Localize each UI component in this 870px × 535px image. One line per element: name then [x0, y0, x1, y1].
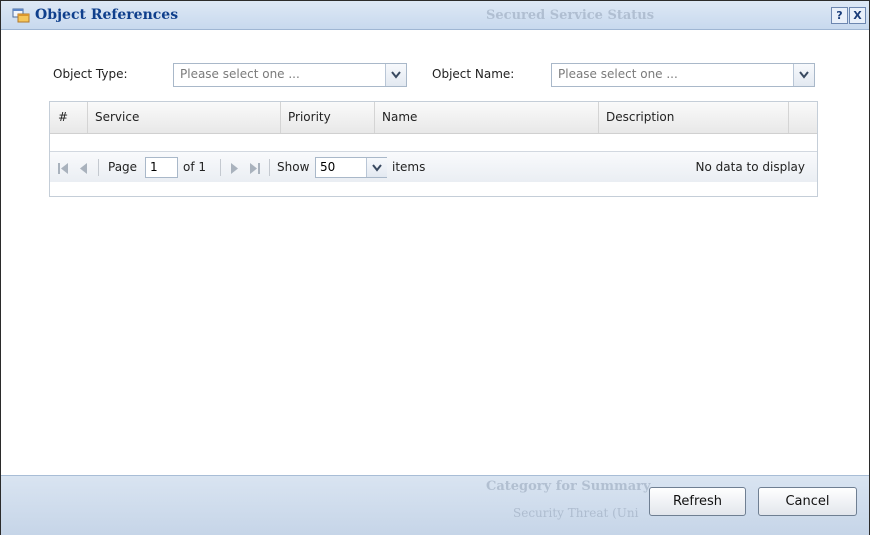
page-size-value: 50 [320, 160, 336, 174]
chevron-down-icon[interactable] [793, 64, 814, 86]
page-label: Page [108, 160, 138, 174]
object-type-label: Object Type: [53, 67, 128, 81]
column-priority[interactable]: Priority [280, 102, 375, 133]
next-page-icon[interactable] [230, 160, 239, 179]
items-label: items [392, 160, 426, 174]
dialog-footer: Category for Summary Security Threat (Un… [1, 475, 869, 535]
column-number[interactable]: # [50, 102, 88, 133]
chevron-down-icon[interactable] [366, 158, 387, 177]
column-name[interactable]: Name [374, 102, 599, 133]
dialog-titlebar[interactable]: Secured Service Status Object References… [1, 1, 869, 30]
last-page-icon[interactable] [249, 160, 261, 179]
background-status-title: Secured Service Status [486, 8, 655, 23]
column-description[interactable]: Description [598, 102, 789, 133]
pager-separator [269, 159, 270, 176]
show-label: Show [277, 160, 310, 174]
object-references-dialog: Secured Service Status Object References… [0, 0, 870, 535]
object-type-value: Please select one ... [180, 67, 300, 81]
cancel-button[interactable]: Cancel [758, 487, 857, 516]
previous-page-icon[interactable] [79, 160, 88, 179]
object-name-select[interactable]: Please select one ... [551, 63, 815, 87]
object-name-label: Object Name: [432, 67, 515, 81]
page-count-label: of 1 [183, 160, 207, 174]
page-size-select[interactable]: 50 [315, 157, 387, 178]
background-summary-title: Category for Summary [486, 479, 651, 494]
references-table: # Service Priority Name Description Page… [49, 101, 818, 197]
object-type-select[interactable]: Please select one ... [173, 63, 407, 87]
object-name-value: Please select one ... [558, 67, 678, 81]
pagination-toolbar: Page 1 of 1 Show 50 items No data to dis… [50, 151, 817, 182]
help-button[interactable]: ? [831, 7, 848, 24]
pager-separator [98, 159, 99, 176]
dialog-title: Object References [35, 7, 179, 23]
close-button[interactable]: X [849, 7, 866, 24]
background-threat-label: Security Threat (Uni [513, 506, 639, 520]
column-service[interactable]: Service [87, 102, 281, 133]
object-references-icon [12, 7, 30, 23]
dialog-content: Object Type: Please select one ... Objec… [1, 30, 869, 475]
pager-separator [220, 159, 221, 176]
pager-status: No data to display [695, 160, 805, 174]
first-page-icon[interactable] [57, 160, 69, 179]
table-header: # Service Priority Name Description [50, 102, 817, 134]
page-number-input[interactable]: 1 [145, 157, 178, 178]
page-number-value: 1 [150, 160, 158, 174]
chevron-down-icon[interactable] [385, 64, 406, 86]
refresh-button[interactable]: Refresh [649, 487, 746, 516]
